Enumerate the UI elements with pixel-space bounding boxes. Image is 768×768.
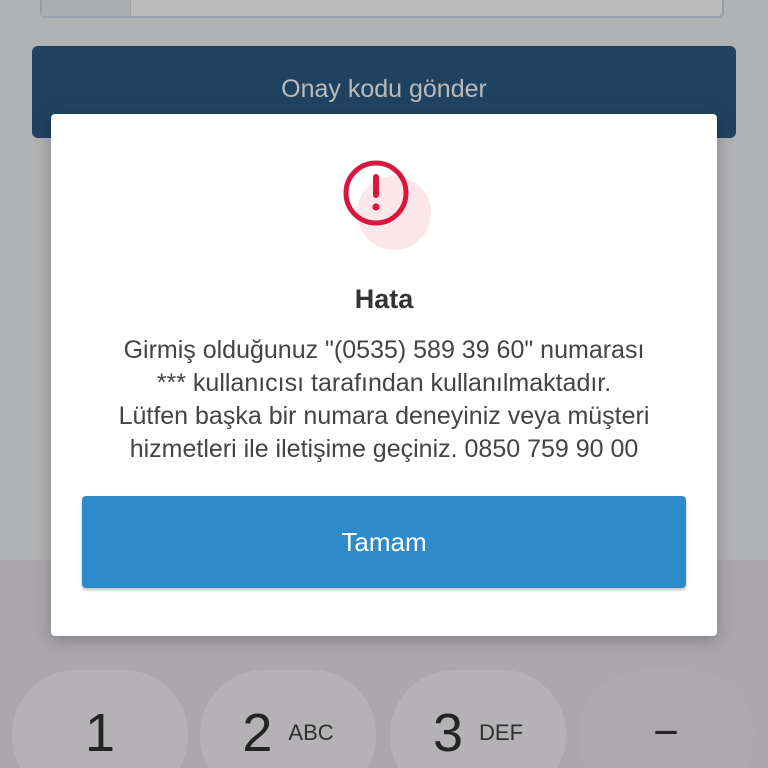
dialog-message-line: hizmetleri ile iletişime geçiniz. 0850 7… [129, 435, 639, 463]
error-dialog: Hata Girmiş olduğunuz "(0535) 589 39 60"… [51, 114, 717, 636]
app-screen: Onay kodu gönder 1 2 ABC 3 DEF − Hata Gi… [0, 0, 768, 768]
dialog-message-line: Girmiş olduğunuz "(0535) 589 39 60" numa… [123, 336, 645, 364]
dialog-title: Hata [354, 284, 414, 314]
dialog-message: Girmiş olduğunuz "(0535) 589 39 60" numa… [71, 334, 697, 466]
dialog-message-line: Lütfen başka bir numara deneyiniz veya m… [118, 402, 650, 430]
dialog-message-line: *** kullanıcısı tarafından kullanılmakta… [156, 369, 612, 397]
alert-circle-icon [343, 160, 409, 226]
ok-button[interactable]: Tamam [82, 496, 686, 588]
alert-icon-container [341, 158, 437, 254]
